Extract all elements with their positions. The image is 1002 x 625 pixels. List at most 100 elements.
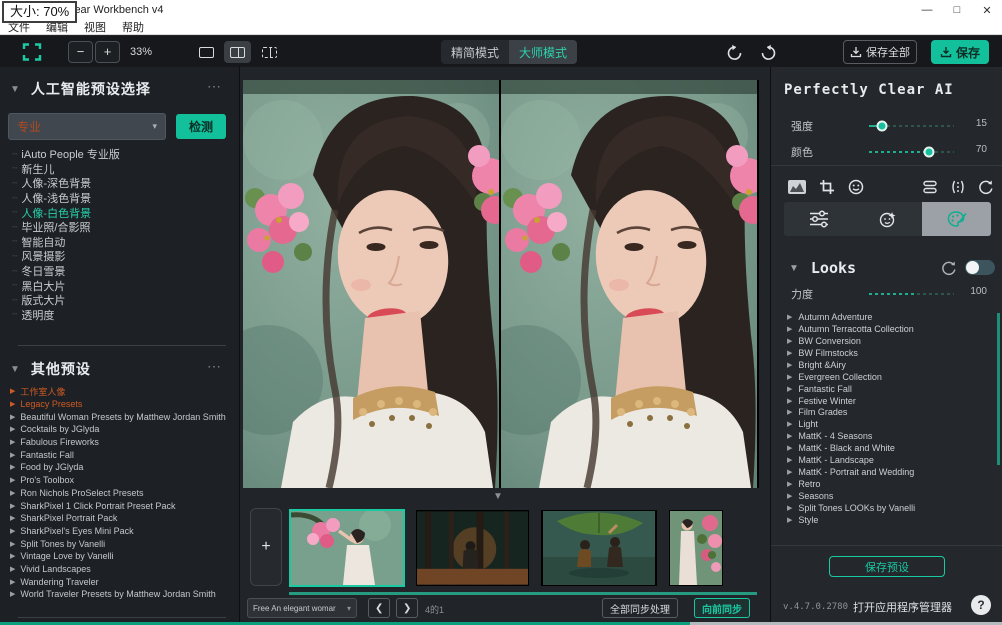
photo-before[interactable] — [243, 80, 499, 488]
ai-preset-item[interactable]: ┄ 冬日雪景 — [12, 264, 227, 279]
look-item[interactable]: ▶ Split Tones LOOKs by Vanelli — [787, 502, 992, 514]
face-tools-button[interactable] — [845, 176, 867, 198]
ai-preset-item[interactable]: ┄ 黑白大片 — [12, 278, 227, 293]
looks-strength-slider[interactable] — [869, 293, 954, 295]
other-preset-item[interactable]: ▶ Food by JGlyda — [10, 461, 236, 474]
flip-horizontal-button[interactable] — [947, 176, 969, 198]
redo-button[interactable] — [755, 40, 781, 64]
other-preset-item[interactable]: ▶ Vivid Landscapes — [10, 563, 236, 576]
ai-section-header[interactable]: ▼ 人工智能预设选择 — [10, 79, 151, 99]
save-preset-button[interactable]: 保存预设 — [829, 556, 945, 577]
look-item[interactable]: ▶ Bright &Airy — [787, 359, 992, 371]
sync-all-button[interactable]: 全部同步处理 — [602, 598, 678, 618]
other-preset-item[interactable]: ▶ Cocktails by JGlyda — [10, 423, 236, 436]
other-preset-item[interactable]: ▶ Vintage Love by Vanelli — [10, 550, 236, 563]
other-section-header[interactable]: ▼ 其他预设 — [10, 359, 91, 379]
previous-photo-button[interactable]: ❮ — [368, 598, 390, 618]
flip-vertical-button[interactable] — [919, 176, 941, 198]
menu-item[interactable]: 帮助 — [122, 19, 144, 35]
rotate-button[interactable] — [975, 176, 997, 198]
help-button[interactable]: ? — [971, 595, 991, 615]
other-preset-item[interactable]: ▶ SharkPixel 1 Click Portrait Preset Pac… — [10, 499, 236, 512]
looks-section-header[interactable]: ▼ Looks — [789, 259, 856, 277]
other-section-menu-dots[interactable]: ⋯ — [201, 357, 227, 376]
look-item[interactable]: ▶ MattK - Landscape — [787, 454, 992, 466]
ai-preset-item[interactable]: ┄ iAuto People 专业版 — [12, 147, 227, 162]
other-preset-item[interactable]: ▶ Pro's Toolbox — [10, 474, 236, 487]
other-preset-item[interactable]: ▶ Split Tones by Vanelli — [10, 537, 236, 550]
ai-preset-item[interactable]: ┄ 毕业照/合影照 — [12, 220, 227, 235]
look-item[interactable]: ▶ Style — [787, 514, 992, 526]
save-button[interactable]: 保存 — [931, 40, 989, 64]
mode-tab[interactable]: 精简模式 — [441, 40, 509, 64]
other-preset-item[interactable]: ▶ Wandering Traveler — [10, 575, 236, 588]
slider-thumb[interactable] — [923, 147, 934, 158]
look-item[interactable]: ▶ Festive Winter — [787, 395, 992, 407]
histogram-button[interactable] — [786, 176, 808, 198]
ai-preset-dropdown[interactable]: 专业 ▾ — [8, 113, 166, 140]
view-single-button[interactable] — [193, 41, 220, 63]
look-item[interactable]: ▶ Film Grades — [787, 407, 992, 419]
thumbnail-3[interactable] — [541, 510, 657, 586]
look-item[interactable]: ▶ Evergreen Collection — [787, 371, 992, 383]
look-item[interactable]: ▶ MattK - Portrait and Wedding — [787, 466, 992, 478]
look-item[interactable]: ▶ Seasons — [787, 490, 992, 502]
strength-slider[interactable] — [869, 125, 954, 127]
thumbnail-1[interactable] — [289, 509, 405, 587]
looks-reset-button[interactable] — [941, 258, 961, 278]
other-preset-item[interactable]: ▶ World Traveler Presets by Matthew Jord… — [10, 588, 236, 601]
look-item[interactable]: ▶ MattK - Black and White — [787, 442, 992, 454]
other-preset-item[interactable]: ▶ 工作室人像 — [10, 385, 236, 398]
other-preset-item[interactable]: ▶ SharkPixel Portrait Pack — [10, 512, 236, 525]
other-preset-item[interactable]: ▶ Fabulous Fireworks — [10, 436, 236, 449]
tab-looks[interactable] — [922, 202, 991, 236]
look-item[interactable]: ▶ Autumn Terracotta Collection — [787, 323, 992, 335]
ai-preset-item[interactable]: ┄ 人像-深色背景 — [12, 176, 227, 191]
looks-toggle[interactable] — [965, 260, 995, 275]
look-item[interactable]: ▶ Retro — [787, 478, 992, 490]
photo-after[interactable] — [501, 80, 757, 488]
ai-preset-item[interactable]: ┄ 新生儿 — [12, 162, 227, 177]
ai-preset-item[interactable]: ┄ 人像-浅色背景 — [12, 191, 227, 206]
thumbnail-4[interactable] — [669, 510, 723, 586]
close-button[interactable]: ✕ — [972, 0, 1002, 20]
other-preset-item[interactable]: ▶ Legacy Presets — [10, 398, 236, 411]
view-compare-button[interactable] — [256, 41, 283, 63]
look-item[interactable]: ▶ BW Conversion — [787, 335, 992, 347]
add-photo-button[interactable]: + — [250, 508, 282, 586]
zoom-out-button[interactable]: − — [68, 41, 93, 63]
other-preset-item[interactable]: ▶ SharkPixel's Eyes Mini Pack — [10, 525, 236, 538]
look-item[interactable]: ▶ Fantastic Fall — [787, 383, 992, 395]
undo-button[interactable] — [722, 40, 748, 64]
fit-screen-button[interactable] — [22, 41, 44, 63]
look-item[interactable]: ▶ BW Filmstocks — [787, 347, 992, 359]
look-item[interactable]: ▶ MattK - 4 Seasons — [787, 430, 992, 442]
looks-scrollbar[interactable] — [997, 313, 1000, 465]
file-dropdown[interactable]: Free An elegant womar ▾ — [247, 598, 357, 618]
ai-preset-item[interactable]: ┄ 智能自动 — [12, 235, 227, 250]
maximize-button[interactable]: □ — [942, 0, 972, 20]
look-item[interactable]: ▶ Light — [787, 418, 992, 430]
crop-button[interactable] — [816, 176, 838, 198]
ai-preset-item[interactable]: ┄ 风景摄影 — [12, 249, 227, 264]
sync-forward-button[interactable]: 向前同步 — [694, 598, 750, 618]
minimize-button[interactable]: — — [912, 0, 942, 20]
color-slider[interactable] — [869, 151, 954, 153]
thumbnail-2[interactable] — [416, 510, 529, 586]
detect-button[interactable]: 检测 — [176, 114, 226, 139]
view-split-button[interactable] — [224, 41, 251, 63]
next-photo-button[interactable]: ❯ — [396, 598, 418, 618]
slider-thumb[interactable] — [876, 121, 887, 132]
other-preset-item[interactable]: ▶ Fantastic Fall — [10, 448, 236, 461]
filmstrip-scrollbar[interactable] — [289, 592, 757, 595]
tab-face-retouch[interactable] — [853, 202, 922, 236]
look-item[interactable]: ▶ Autumn Adventure — [787, 311, 992, 323]
tab-adjustments[interactable] — [784, 202, 853, 236]
filmstrip-collapse-arrow[interactable]: ▼ — [493, 491, 503, 502]
ai-preset-item[interactable]: ┄ 透明度 — [12, 308, 227, 323]
ai-preset-item[interactable]: ┄ 版式大片 — [12, 293, 227, 308]
other-preset-item[interactable]: ▶ Beautiful Woman Presets by Matthew Jor… — [10, 410, 236, 423]
app-manager-link[interactable]: 打开应用程序管理器 — [853, 599, 952, 615]
mode-tab[interactable]: 大师模式 — [509, 40, 577, 64]
save-all-button[interactable]: 保存全部 — [843, 40, 917, 64]
